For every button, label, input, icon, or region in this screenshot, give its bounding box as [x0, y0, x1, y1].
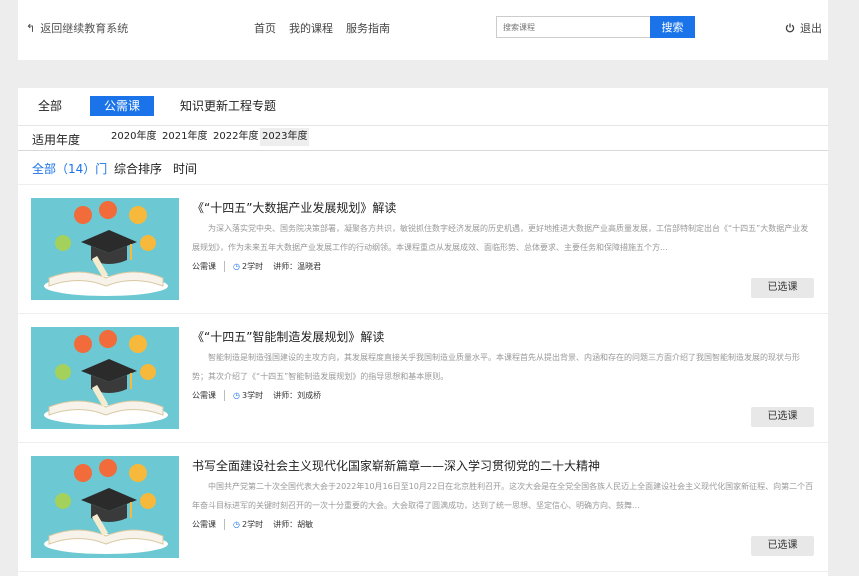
- course-title[interactable]: 《“十四五”大数据产业发展规划》解读: [192, 199, 396, 216]
- course-title[interactable]: 《“十四五”智能制造发展规划》解读: [192, 328, 384, 345]
- course-thumbnail[interactable]: [31, 327, 179, 429]
- year-option-2020[interactable]: 2020年度: [109, 128, 158, 146]
- year-option-2022[interactable]: 2022年度: [211, 128, 260, 146]
- back-label: 返回继续教育系统: [40, 22, 129, 35]
- course-meta: 公需课 ◷ 3学时 讲师：刘成桥: [192, 390, 321, 401]
- course-meta: 公需课 ◷ 2学时 讲师：温晓君: [192, 261, 321, 272]
- course-hours: 2学时: [241, 520, 264, 529]
- course-item: 《“十四五”智能制造发展规划》解读 智能制造是制造强国建设的主攻方向，其发展程度…: [18, 314, 828, 443]
- meta-divider: [224, 390, 225, 401]
- top-bar: ↰ 返回继续教育系统 首页 我的课程 服务指南 搜索 退出: [18, 0, 828, 60]
- course-hours: 3学时: [241, 391, 264, 400]
- course-description: 中国共产党第二十次全国代表大会于2022年10月16日至10月22日在北京胜利召…: [192, 482, 814, 510]
- sort-time[interactable]: 时间: [173, 160, 197, 177]
- course-item: 《“十四五”大数据产业发展规划》解读 为深入落实党中央、国务院决策部署，凝聚各方…: [18, 185, 828, 314]
- clock-icon: ◷: [233, 262, 240, 271]
- meta-divider: [224, 261, 225, 272]
- category-tabs: 全部 公需课 知识更新工程专题: [18, 88, 828, 126]
- graduation-cap-book-icon: [44, 201, 168, 296]
- tab-all[interactable]: 全部: [38, 96, 62, 116]
- year-option-2021[interactable]: 2021年度: [160, 128, 209, 146]
- course-type: 公需课: [192, 520, 216, 529]
- clock-icon: ◷: [233, 391, 240, 400]
- course-teacher: 讲师：刘成桥: [273, 391, 322, 400]
- tab-public-course[interactable]: 公需课: [90, 96, 154, 116]
- search-bar: 搜索: [496, 16, 695, 38]
- course-description: 智能制造是制造强国建设的主攻方向，其发展程度直接关乎我国制造业质量水平。本课程首…: [192, 353, 800, 381]
- course-selected-button[interactable]: 已选课: [751, 536, 814, 556]
- back-link[interactable]: ↰ 返回继续教育系统: [26, 20, 128, 36]
- course-meta: 公需课 ◷ 2学时 讲师：胡敏: [192, 519, 313, 530]
- course-type: 公需课: [192, 262, 216, 271]
- sort-bar: 全部（14）门 综合排序 时间: [18, 151, 828, 185]
- sort-all-count[interactable]: 全部（14）门: [32, 160, 107, 177]
- graduation-cap-book-icon: [44, 459, 168, 554]
- search-input[interactable]: [496, 16, 650, 38]
- meta-divider: [224, 519, 225, 530]
- logout-label: 退出: [800, 22, 822, 35]
- course-selected-button[interactable]: 已选课: [751, 278, 814, 298]
- course-teacher: 讲师：胡敏: [273, 520, 314, 529]
- tab-knowledge-update[interactable]: 知识更新工程专题: [180, 96, 276, 116]
- year-filter: 适用年度 2020年度 2021年度 2022年度 2023年度: [18, 126, 828, 151]
- course-thumbnail[interactable]: [31, 456, 179, 558]
- course-type: 公需课: [192, 391, 216, 400]
- nav-home[interactable]: 首页: [254, 20, 276, 36]
- back-arrow-icon: ↰: [26, 21, 36, 35]
- nav-my-courses[interactable]: 我的课程: [289, 20, 333, 36]
- clock-icon: ◷: [233, 520, 240, 529]
- course-panel: 全部 公需课 知识更新工程专题 适用年度 2020年度 2021年度 2022年…: [18, 88, 828, 576]
- graduation-cap-book-icon: [44, 330, 168, 425]
- power-icon: [785, 23, 795, 33]
- logout-link[interactable]: 退出: [785, 20, 822, 36]
- course-description: 为深入落实党中央、国务院决策部署，凝聚各方共识，敏锐抓住数字经济发展的历史机遇，…: [192, 224, 809, 252]
- year-option-2023[interactable]: 2023年度: [260, 128, 310, 146]
- course-teacher: 讲师：温晓君: [273, 262, 322, 271]
- course-hours: 2学时: [241, 262, 264, 271]
- course-thumbnail[interactable]: [31, 198, 179, 300]
- nav-service-guide[interactable]: 服务指南: [346, 20, 390, 36]
- sort-comprehensive[interactable]: 综合排序: [114, 160, 162, 177]
- search-button[interactable]: 搜索: [650, 16, 695, 38]
- top-nav: 首页 我的课程 服务指南: [254, 20, 390, 36]
- year-filter-label: 适用年度: [32, 133, 81, 147]
- course-title[interactable]: 书写全面建设社会主义现代化国家崭新篇章——深入学习贯彻党的二十大精神: [192, 457, 600, 474]
- course-selected-button[interactable]: 已选课: [751, 407, 814, 427]
- course-item: 书写全面建设社会主义现代化国家崭新篇章——深入学习贯彻党的二十大精神 中国共产党…: [18, 443, 828, 572]
